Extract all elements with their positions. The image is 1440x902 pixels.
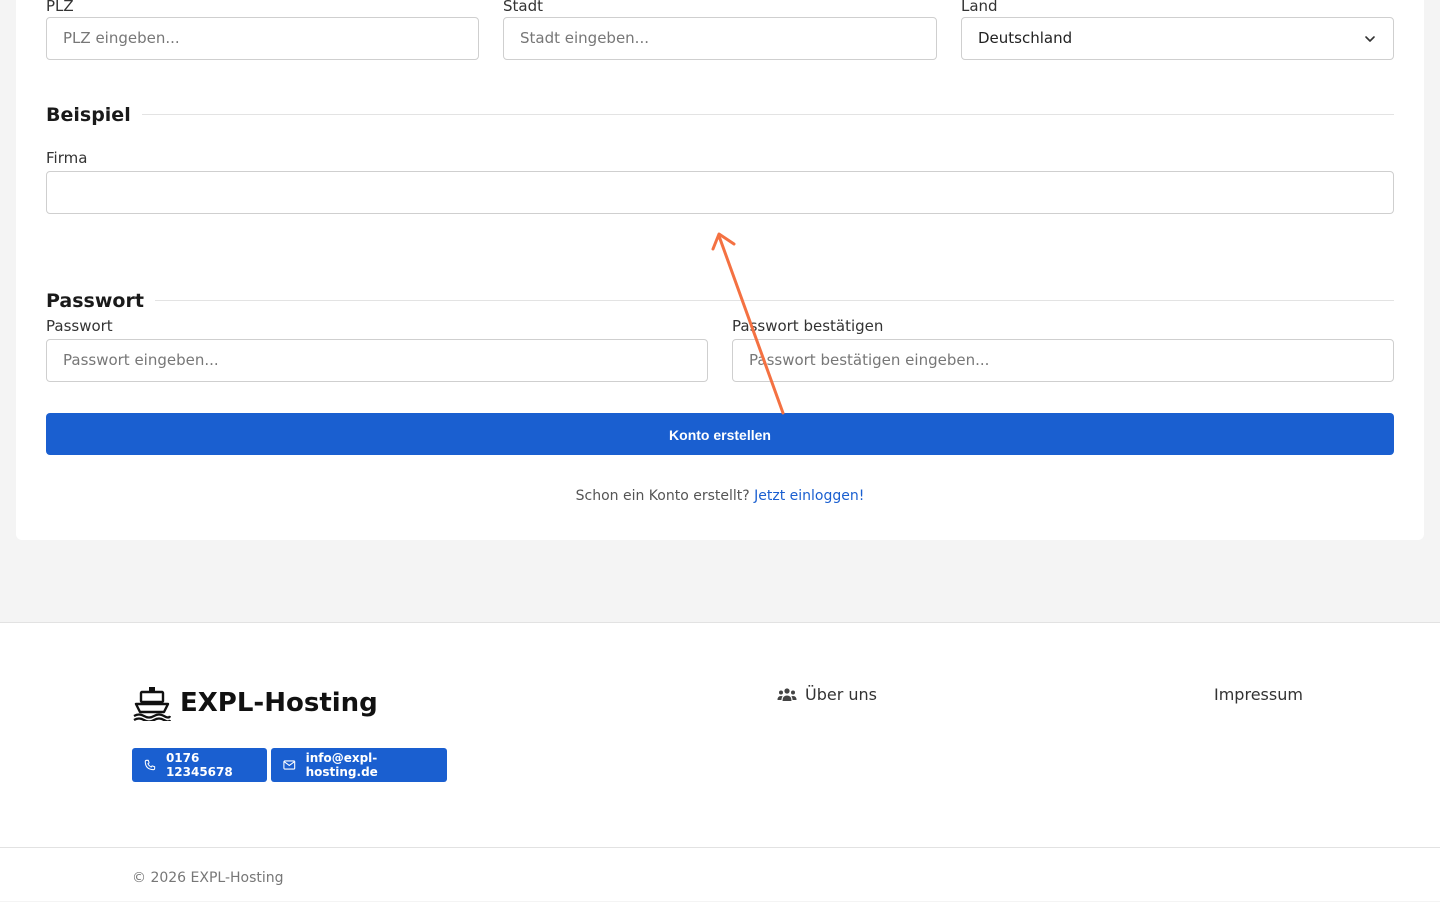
- password-input[interactable]: Passwort eingeben...: [46, 339, 708, 382]
- company-input[interactable]: [46, 171, 1394, 214]
- example-section-title: Beispiel: [46, 104, 131, 126]
- create-account-button[interactable]: Konto erstellen: [46, 413, 1394, 455]
- mail-icon: [283, 760, 296, 770]
- country-select-value: Deutschland: [978, 29, 1073, 47]
- copyright: © 2026 EXPL-Hosting: [132, 870, 284, 886]
- password-section-title: Passwort: [46, 290, 144, 312]
- footer: EXPL-Hosting 0176 12345678 info@expl-hos…: [0, 622, 1440, 901]
- company-label: Firma: [46, 149, 88, 167]
- phone-button[interactable]: 0176 12345678: [132, 748, 267, 782]
- city-input[interactable]: Stadt eingeben...: [503, 17, 937, 60]
- email-address: info@expl-hosting.de: [305, 751, 378, 779]
- email-button[interactable]: info@expl-hosting.de: [271, 748, 447, 782]
- phone-icon: [144, 759, 156, 771]
- confirm-password-input[interactable]: Passwort bestätigen eingeben...: [732, 339, 1394, 382]
- ship-icon: [133, 687, 172, 721]
- chevron-down-icon: [1365, 36, 1375, 42]
- phone-number: 0176 12345678: [165, 751, 233, 779]
- city-label: Stadt: [503, 0, 543, 15]
- imprint-link[interactable]: Impressum: [1214, 685, 1303, 704]
- footer-bottom: © 2026 EXPL-Hosting: [0, 847, 1440, 902]
- password-label: Passwort: [46, 317, 113, 335]
- example-section-divider: [142, 114, 1394, 115]
- about-link[interactable]: Über uns: [777, 685, 877, 704]
- zip-input[interactable]: PLZ eingeben...: [46, 17, 479, 60]
- password-section-divider: [155, 300, 1394, 301]
- users-icon: [777, 687, 797, 701]
- login-link[interactable]: Jetzt einloggen!: [754, 488, 864, 504]
- confirm-password-label: Passwort bestätigen: [732, 317, 884, 335]
- login-prompt: Schon ein Konto erstellt? Jetzt einlogge…: [0, 488, 1440, 504]
- zip-label: PLZ: [46, 0, 74, 15]
- brand-name: EXPL-Hosting: [180, 688, 378, 718]
- country-label: Land: [961, 0, 998, 15]
- registration-card: [16, 0, 1424, 540]
- about-label: Über uns: [805, 685, 877, 704]
- country-select[interactable]: Deutschland: [961, 17, 1394, 60]
- brand[interactable]: EXPL-Hosting: [132, 685, 378, 721]
- login-prompt-text: Schon ein Konto erstellt?: [575, 488, 750, 504]
- imprint-label: Impressum: [1214, 685, 1303, 704]
